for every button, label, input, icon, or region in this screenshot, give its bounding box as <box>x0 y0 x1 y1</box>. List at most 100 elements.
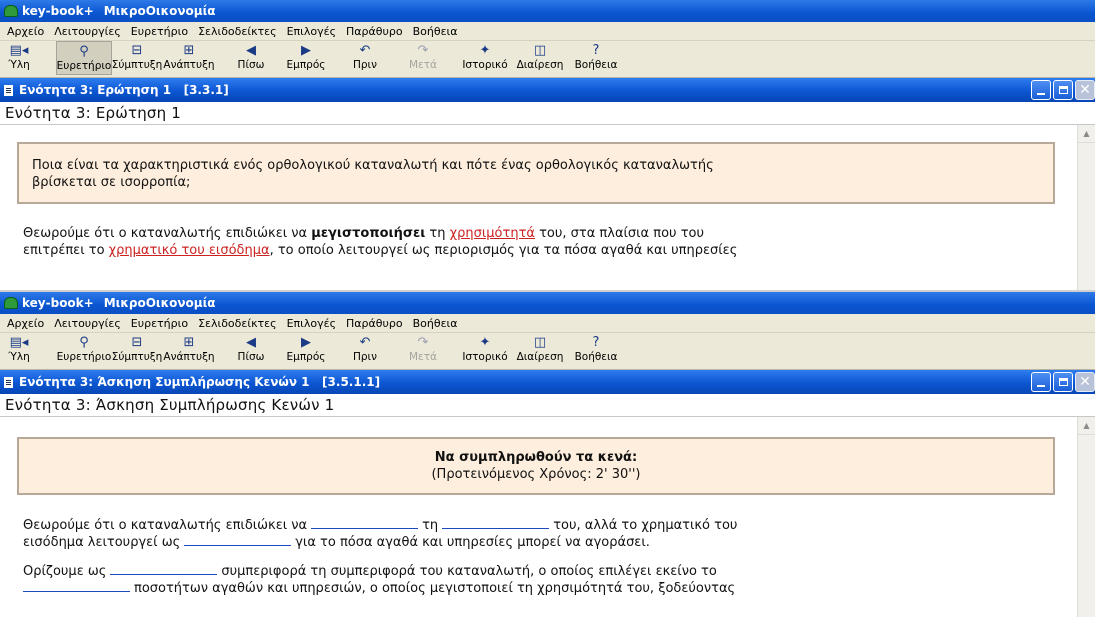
split-button[interactable]: ◫ Διαίρεση <box>517 333 564 367</box>
app-title: ΜικροΟικονομία <box>103 296 216 310</box>
index-button[interactable]: ⚲ Ευρετήριο <box>56 41 112 75</box>
maximize-button[interactable] <box>1053 372 1073 392</box>
exercise-paragraph-1: Θεωρούμε ότι ο καταναλωτής επιδιώκει να τ… <box>23 517 1063 551</box>
menu-file[interactable]: Αρχείο <box>2 317 49 330</box>
split-icon: ◫ <box>533 43 547 58</box>
help-button[interactable]: ? Βοήθεια <box>575 41 618 75</box>
page-heading: Ενότητα 3: Ερώτηση 1 <box>0 102 1095 125</box>
redo-icon: ↷ <box>417 335 429 350</box>
history-icon: ✦ <box>479 43 491 58</box>
expand-button[interactable]: ⊞ Ανάπτυξη <box>162 333 216 367</box>
scroll-up-arrow-icon[interactable]: ▲ <box>1078 417 1095 435</box>
history-button[interactable]: ✦ Ιστορικό <box>462 41 508 75</box>
utility-link[interactable]: χρησιμότητά <box>450 226 535 241</box>
arrow-right-icon: ▶ <box>301 43 311 58</box>
back-button[interactable]: ◀ Πίσω <box>236 41 266 75</box>
arrow-left-icon: ◀ <box>246 43 256 58</box>
expand-button[interactable]: ⊞ Ανάπτυξη <box>162 41 216 75</box>
back-button[interactable]: ◀ Πίσω <box>236 333 266 367</box>
next-button[interactable]: ↷ Μετά <box>408 41 438 75</box>
previous-button[interactable]: ↶ Πριν <box>350 41 380 75</box>
undo-icon: ↶ <box>359 43 371 58</box>
toolbar: ▤◂ Ύλη ⚲ Ευρετήριο ⊟ Σύμπτυξη ⊞ Ανάπτυξη ◀ Πί… <box>0 333 1095 370</box>
blank-field-1[interactable] <box>311 517 419 529</box>
exercise-text: συμπεριφορά τη συμπεριφορά του καταναλωτ… <box>221 564 717 579</box>
exercise-text: Ορίζουμε ως <box>23 564 107 579</box>
menu-index[interactable]: Ευρετήριο <box>126 317 193 330</box>
forward-button[interactable]: ▶ Εμπρός <box>286 41 326 75</box>
close-button[interactable]: ✕ <box>1075 80 1095 100</box>
menu-file[interactable]: Αρχείο <box>2 25 49 38</box>
exercise-text: τη <box>422 518 439 533</box>
blank-field-2[interactable] <box>442 517 550 529</box>
previous-button[interactable]: ↶ Πριν <box>350 333 380 367</box>
contents-button[interactable]: ▤◂ Ύλη <box>4 41 34 75</box>
app-title: ΜικροΟικονομία <box>103 4 216 18</box>
income-link[interactable]: χρηματικό του εισόδημα <box>109 243 270 258</box>
search-icon: ⚲ <box>79 44 89 59</box>
scroll-up-arrow-icon[interactable]: ▲ <box>1078 125 1095 143</box>
document-title: Ενότητα 3: Άσκηση Συμπλήρωσης Κενών 1 [3… <box>19 375 381 389</box>
close-button[interactable]: ✕ <box>1075 372 1095 392</box>
collapse-button[interactable]: ⊟ Σύμπτυξη <box>112 41 163 75</box>
index-button[interactable]: ⚲ Ευρετήριο <box>56 333 112 367</box>
answer-text: τη <box>425 226 450 241</box>
menu-bookmarks[interactable]: Σελιδοδείκτες <box>193 25 282 38</box>
menu-options[interactable]: Επιλογές <box>282 317 341 330</box>
menu-functions[interactable]: Λειτουργίες <box>49 317 126 330</box>
expand-icon: ⊞ <box>183 43 195 58</box>
collapse-icon: ⊟ <box>131 43 143 58</box>
answer-text: επιτρέπει το <box>23 243 109 258</box>
history-button[interactable]: ✦ Ιστορικό <box>462 333 508 367</box>
redo-icon: ↷ <box>417 43 429 58</box>
blank-field-4[interactable] <box>110 563 218 575</box>
split-button[interactable]: ◫ Διαίρεση <box>517 41 564 75</box>
forward-button[interactable]: ▶ Εμπρός <box>286 333 326 367</box>
contents-button[interactable]: ▤◂ Ύλη <box>4 333 34 367</box>
app-title-bar[interactable]: key-book+ ΜικροΟικονομία <box>0 0 1095 22</box>
question-box: Ποια είναι τα χαρακτηριστικά ενός ορθολο… <box>17 142 1055 204</box>
document-icon <box>4 376 13 388</box>
menu-index[interactable]: Ευρετήριο <box>126 25 193 38</box>
exercise-text: του, αλλά το χρηματικό του <box>553 518 738 533</box>
app-name: key-book+ <box>22 4 94 18</box>
document-title-bar[interactable]: Ενότητα 3: Άσκηση Συμπλήρωσης Κενών 1 [3… <box>0 370 1095 394</box>
contents-icon: ▤◂ <box>9 43 29 58</box>
menu-options[interactable]: Επιλογές <box>282 25 341 38</box>
menu-help[interactable]: Βοήθεια <box>408 25 463 38</box>
menu-window[interactable]: Παράθυρο <box>341 317 408 330</box>
scrollbar[interactable]: ▲ <box>1077 417 1095 617</box>
book-logo-icon <box>4 5 18 17</box>
answer-text: , το οποίο λειτουργεί ως περιορισμός για… <box>269 243 738 258</box>
document-icon <box>4 84 13 96</box>
document-title: Ενότητα 3: Ερώτηση 1 [3.3.1] <box>19 83 229 97</box>
next-button[interactable]: ↷ Μετά <box>408 333 438 367</box>
menu-window[interactable]: Παράθυρο <box>341 25 408 38</box>
question-line-1: Ποια είναι τα χαρακτηριστικά ενός ορθολο… <box>32 158 714 173</box>
menu-help[interactable]: Βοήθεια <box>408 317 463 330</box>
exercise-text: ποσοτήτων αγαθών και υπηρεσιών, ο οποίος… <box>134 581 736 596</box>
scrollbar[interactable]: ▲ <box>1077 125 1095 290</box>
menu-functions[interactable]: Λειτουργίες <box>49 25 126 38</box>
minimize-button[interactable] <box>1031 372 1051 392</box>
collapse-button[interactable]: ⊟ Σύμπτυξη <box>112 333 163 367</box>
exercise-text: εισόδημα λειτουργεί ως <box>23 535 181 550</box>
book-logo-icon <box>4 297 18 309</box>
exercise-text: Θεωρούμε ότι ο καταναλωτής επιδιώκει να <box>23 518 308 533</box>
minimize-button[interactable] <box>1031 80 1051 100</box>
app-title-bar[interactable]: key-book+ ΜικροΟικονομία <box>0 292 1095 314</box>
help-icon: ? <box>592 335 600 350</box>
menu-bar: Αρχείο Λειτουργίες Ευρετήριο Σελιδοδείκτ… <box>0 314 1095 333</box>
instruction-title: Να συμπληρωθούν τα κενά: <box>434 450 638 465</box>
document-title-bar[interactable]: Ενότητα 3: Ερώτηση 1 [3.3.1] ✕ <box>0 78 1095 102</box>
answer-paragraph: Θεωρούμε ότι ο καταναλωτής επιδιώκει να … <box>23 225 1063 259</box>
instruction-box: Να συμπληρωθούν τα κενά: (Προτεινόμενος … <box>17 437 1055 495</box>
blank-field-3[interactable] <box>184 534 292 546</box>
help-button[interactable]: ? Βοήθεια <box>575 333 618 367</box>
maximize-button[interactable] <box>1053 80 1073 100</box>
menu-bookmarks[interactable]: Σελιδοδείκτες <box>193 317 282 330</box>
blank-field-5[interactable] <box>23 580 130 592</box>
toolbar: ▤◂ Ύλη ⚲ Ευρετήριο ⊟ Σύμπτυξη ⊞ Ανάπτυξη ◀ Πί… <box>0 41 1095 78</box>
search-icon: ⚲ <box>79 335 89 350</box>
history-icon: ✦ <box>479 335 491 350</box>
